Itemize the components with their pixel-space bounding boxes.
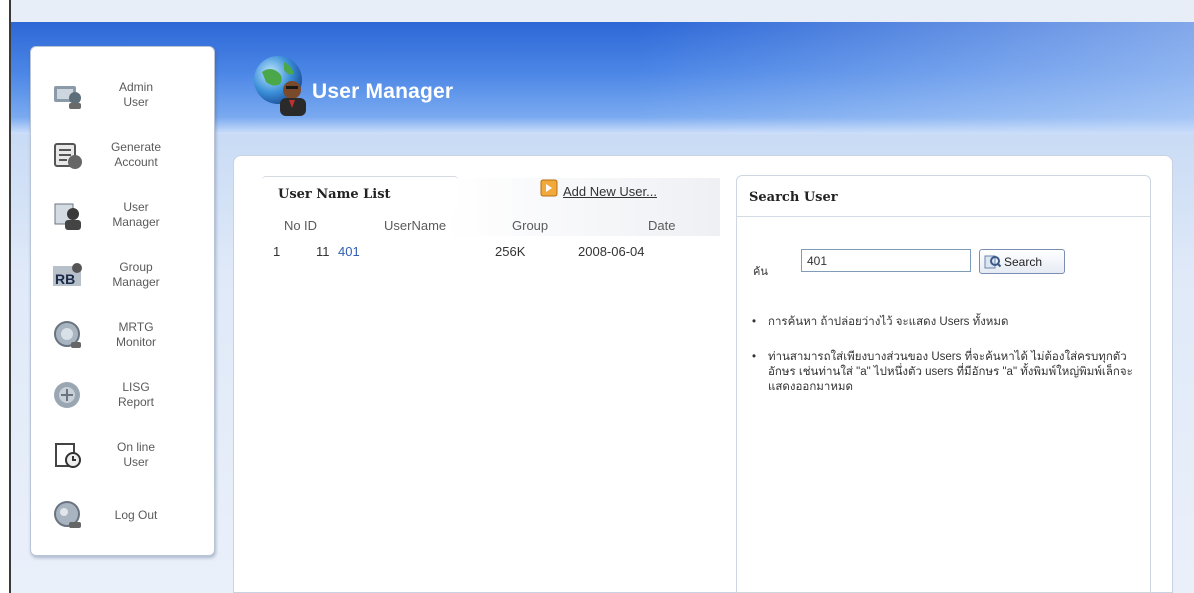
sidebar: Admin User Generate Account User Manager… xyxy=(30,46,215,556)
column-header-username: UserName xyxy=(384,218,447,233)
search-label: ค้น xyxy=(753,266,768,278)
sidebar-item-label: On line User xyxy=(116,440,156,469)
sidebar-item-label: Generate Account xyxy=(110,140,162,169)
lisg-report-icon xyxy=(49,376,87,414)
row-id: 11 xyxy=(316,244,330,259)
sidebar-item-online-user[interactable]: On line User xyxy=(31,425,214,485)
search-title: Search User xyxy=(737,176,1150,217)
sidebar-item-label: LISG Report xyxy=(117,380,155,409)
sidebar-item-mrtg-monitor[interactable]: MRTG Monitor xyxy=(31,305,214,365)
online-user-icon xyxy=(49,436,87,474)
magnifier-icon xyxy=(984,254,1002,270)
sidebar-item-log-out[interactable]: Log Out xyxy=(31,485,214,545)
add-new-user-link[interactable]: Add New User... xyxy=(563,184,657,199)
column-header-group: Group xyxy=(512,218,549,233)
sidebar-item-label: Group Manager xyxy=(112,260,160,289)
user-list-title: User Name List xyxy=(278,187,391,202)
search-button[interactable]: Search xyxy=(979,249,1065,274)
sidebar-item-admin-user[interactable]: Admin User xyxy=(31,65,214,125)
search-note: ท่านสามารถใส่เพียงบางส่วนของ Users ที่จะ… xyxy=(752,350,1147,395)
column-header-id: ID xyxy=(304,218,317,233)
column-header-date: Date xyxy=(648,218,676,233)
sidebar-item-lisg-report[interactable]: LISG Report xyxy=(31,365,214,425)
generate-account-icon xyxy=(49,136,87,174)
page-title: User Manager xyxy=(312,80,454,103)
add-user-icon[interactable] xyxy=(540,179,558,197)
row-no: 1 xyxy=(273,244,281,259)
sidebar-item-label: MRTG Monitor xyxy=(115,320,156,349)
sidebar-item-label: User Manager xyxy=(112,200,160,229)
search-note: การค้นหา ถ้าปล่อยว่างไว้ จะแสดง Users ทั… xyxy=(752,315,1147,330)
sidebar-item-label: Log Out xyxy=(114,507,158,522)
sidebar-item-user-manager[interactable]: User Manager xyxy=(31,185,214,245)
group-manager-icon: RB xyxy=(49,256,87,294)
column-header-no: No xyxy=(284,218,301,233)
row-group: 256K xyxy=(495,244,526,259)
svg-text:RB: RB xyxy=(55,271,75,287)
search-input[interactable] xyxy=(801,249,971,272)
sidebar-item-label: Admin User xyxy=(118,80,153,109)
sidebar-item-group-manager[interactable]: RB Group Manager xyxy=(31,245,214,305)
search-button-label: Search xyxy=(1004,254,1043,269)
row-date: 2008-06-04 xyxy=(578,244,645,259)
row-username-link[interactable]: 401 xyxy=(338,244,360,259)
user-manager-icon xyxy=(49,196,87,234)
admin-user-icon xyxy=(49,76,87,114)
logout-icon xyxy=(49,496,87,534)
mrtg-monitor-icon xyxy=(49,316,87,354)
globe-user-icon xyxy=(252,54,314,120)
sidebar-item-generate-account[interactable]: Generate Account xyxy=(31,125,214,185)
